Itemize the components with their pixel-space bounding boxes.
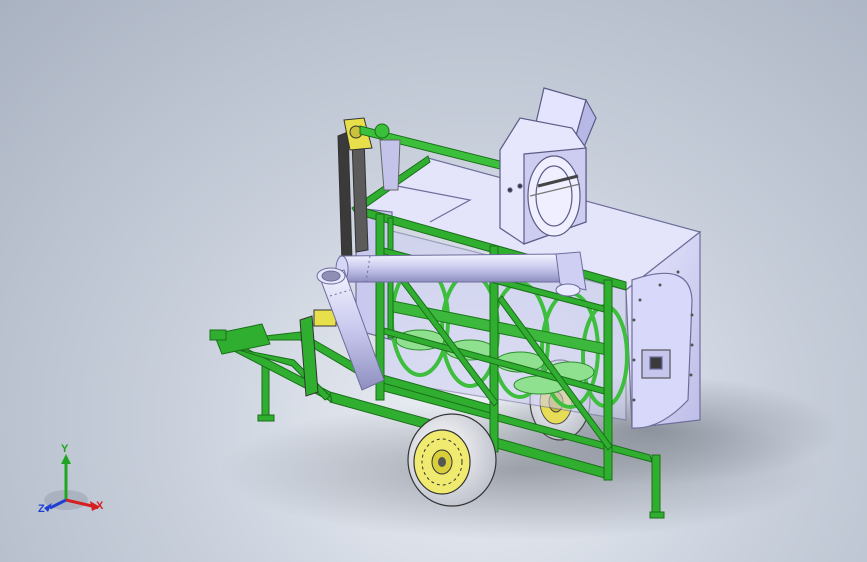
model-view[interactable]: Y X Z bbox=[0, 0, 867, 562]
tow-hitch bbox=[209, 323, 271, 355]
y-axis-label: Y bbox=[61, 443, 69, 455]
coordinate-triad: Y X Z bbox=[38, 443, 104, 515]
z-axis-label: Z bbox=[38, 503, 45, 515]
fan-housing bbox=[499, 87, 597, 245]
front-wheel bbox=[407, 413, 497, 507]
cad-viewport[interactable]: Y X Z bbox=[0, 0, 867, 562]
x-axis-label: X bbox=[96, 500, 104, 512]
y-axis-arrow bbox=[61, 454, 71, 464]
